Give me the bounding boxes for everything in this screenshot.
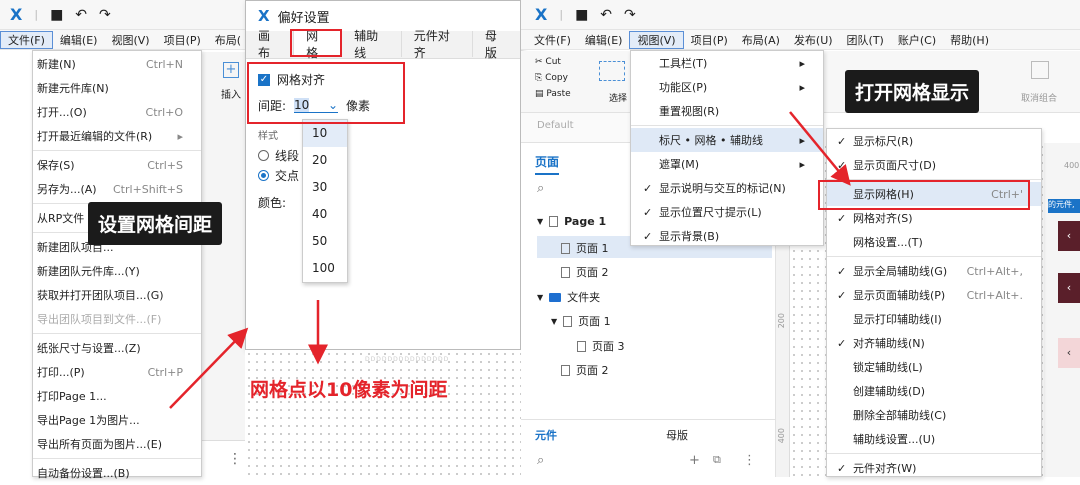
arrow-to-show-grid xyxy=(789,111,851,186)
annotation-arrows xyxy=(169,111,851,409)
arrow-to-canvas xyxy=(169,327,249,409)
